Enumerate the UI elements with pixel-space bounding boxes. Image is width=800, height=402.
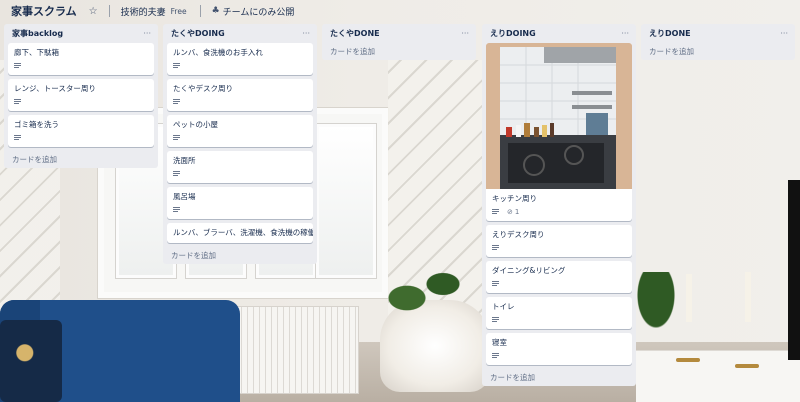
card-title: ルンバ、食洗機のお手入れ bbox=[173, 48, 263, 57]
card-title: ペットの小屋 bbox=[173, 120, 218, 129]
description-icon bbox=[173, 207, 180, 213]
candle bbox=[686, 274, 692, 322]
card-title: 廊下、下駄箱 bbox=[14, 48, 59, 57]
card-title: たくやデスク周り bbox=[173, 84, 233, 93]
card[interactable]: ダイニング&リビング bbox=[486, 261, 632, 293]
description-icon bbox=[14, 63, 21, 69]
card[interactable]: キッチン周り ⊘ 1 bbox=[486, 43, 632, 221]
list-title[interactable]: たくやDOING bbox=[171, 28, 225, 39]
card-title: 寝室 bbox=[492, 338, 507, 347]
plant bbox=[380, 256, 470, 326]
candle-holder bbox=[735, 364, 759, 368]
description-icon bbox=[14, 99, 21, 105]
card[interactable]: 風呂場 bbox=[167, 187, 313, 219]
card-title: 風呂場 bbox=[173, 192, 196, 201]
card[interactable]: ルンバ、食洗機のお手入れ bbox=[167, 43, 313, 75]
attachment-count: 1 bbox=[514, 208, 520, 216]
tv bbox=[788, 180, 800, 360]
pillow bbox=[0, 320, 62, 402]
board-title[interactable]: 家事スクラム bbox=[8, 1, 80, 21]
card[interactable]: えりデスク周り bbox=[486, 225, 632, 257]
attachment-badge: ⊘ 1 bbox=[507, 208, 519, 216]
list-header: たくやDOING ··· bbox=[167, 24, 313, 43]
description-icon bbox=[173, 63, 180, 69]
paperclip-icon: ⊘ bbox=[507, 208, 513, 216]
description-icon bbox=[173, 171, 180, 177]
card-body: キッチン周り ⊘ 1 bbox=[486, 189, 632, 221]
list-menu-button[interactable]: ··· bbox=[461, 29, 469, 38]
description-icon bbox=[492, 353, 499, 359]
list-menu-button[interactable]: ··· bbox=[302, 29, 310, 38]
description-icon bbox=[492, 209, 499, 215]
plant bbox=[636, 272, 676, 330]
visibility-button[interactable]: ♣ チームにのみ公開 bbox=[209, 3, 298, 20]
card[interactable]: ゴミ箱を洗う bbox=[8, 115, 154, 147]
list-header: たくやDONE ··· bbox=[326, 24, 472, 43]
card[interactable]: ルンバ、ブラーバ、洗濯機、食洗機の稼働 bbox=[167, 223, 313, 243]
list-title[interactable]: たくやDONE bbox=[330, 28, 380, 39]
team-icon: ♣ bbox=[211, 6, 220, 16]
shelf bbox=[636, 350, 800, 402]
list-header: えりDONE ··· bbox=[645, 24, 791, 43]
card[interactable]: 洗面所 bbox=[167, 151, 313, 183]
description-icon bbox=[173, 99, 180, 105]
list-title[interactable]: えりDOING bbox=[490, 28, 536, 39]
description-icon bbox=[492, 281, 499, 287]
card-cover-image bbox=[486, 43, 632, 189]
header-divider bbox=[108, 5, 110, 17]
list-takuya-doing: たくやDOING ··· ルンバ、食洗機のお手入れ たくやデスク周り ペットの小… bbox=[163, 24, 317, 264]
plan-badge: Free bbox=[170, 6, 187, 16]
list-eri-done: えりDONE ··· カードを追加 bbox=[641, 24, 795, 60]
card[interactable]: レンジ、トースター周り bbox=[8, 79, 154, 111]
card[interactable]: ペットの小屋 bbox=[167, 115, 313, 147]
star-icon: ☆ bbox=[88, 5, 98, 17]
add-card-button[interactable]: カードを追加 bbox=[8, 151, 154, 168]
team-button[interactable]: 技術的夫妻 Free bbox=[118, 3, 192, 20]
add-card-button[interactable]: カードを追加 bbox=[645, 43, 791, 60]
add-card-button[interactable]: カードを追加 bbox=[486, 369, 632, 386]
card-title: ルンバ、ブラーバ、洗濯機、食洗機の稼働 bbox=[173, 228, 313, 237]
window-pane bbox=[316, 124, 376, 278]
star-button[interactable]: ☆ bbox=[86, 4, 101, 19]
card[interactable]: 寝室 bbox=[486, 333, 632, 365]
list-header: えりDOING ··· bbox=[486, 24, 632, 43]
candle bbox=[745, 272, 751, 322]
description-icon bbox=[173, 135, 180, 141]
list-menu-button[interactable]: ··· bbox=[621, 29, 629, 38]
board-header: 家事スクラム ☆ 技術的夫妻 Free ♣ チームにのみ公開 bbox=[0, 0, 800, 22]
list-header: 家事backlog ··· bbox=[8, 24, 154, 43]
team-name: 技術的夫妻 bbox=[120, 7, 166, 18]
card-title: ダイニング&リビング bbox=[492, 266, 566, 275]
card-title: キッチン周り bbox=[492, 194, 537, 203]
list-menu-button[interactable]: ··· bbox=[143, 29, 151, 38]
card[interactable]: トイレ bbox=[486, 297, 632, 329]
card[interactable]: たくやデスク周り bbox=[167, 79, 313, 111]
list-backlog: 家事backlog ··· 廊下、下駄箱 レンジ、トースター周り ゴミ箱を洗う … bbox=[4, 24, 158, 168]
card-title: レンジ、トースター周り bbox=[14, 84, 96, 93]
card-title: ゴミ箱を洗う bbox=[14, 120, 59, 129]
candle-holder bbox=[676, 358, 700, 362]
list-eri-doing: えりDOING ··· キッチン周り ⊘ 1 えりデスク周り ダイニング&リビン… bbox=[482, 24, 636, 386]
add-card-button[interactable]: カードを追加 bbox=[326, 43, 472, 60]
description-icon bbox=[492, 317, 499, 323]
add-card-button[interactable]: カードを追加 bbox=[167, 247, 313, 264]
description-icon bbox=[14, 135, 21, 141]
card[interactable]: 廊下、下駄箱 bbox=[8, 43, 154, 75]
card-title: トイレ bbox=[492, 302, 515, 311]
card-title: 洗面所 bbox=[173, 156, 196, 165]
header-divider bbox=[199, 5, 201, 17]
list-title[interactable]: 家事backlog bbox=[12, 28, 63, 39]
list-menu-button[interactable]: ··· bbox=[780, 29, 788, 38]
description-icon bbox=[492, 245, 499, 251]
card-title: えりデスク周り bbox=[492, 230, 545, 239]
visibility-label: チームにのみ公開 bbox=[222, 7, 295, 18]
list-takuya-done: たくやDONE ··· カードを追加 bbox=[322, 24, 476, 60]
list-title[interactable]: えりDONE bbox=[649, 28, 691, 39]
